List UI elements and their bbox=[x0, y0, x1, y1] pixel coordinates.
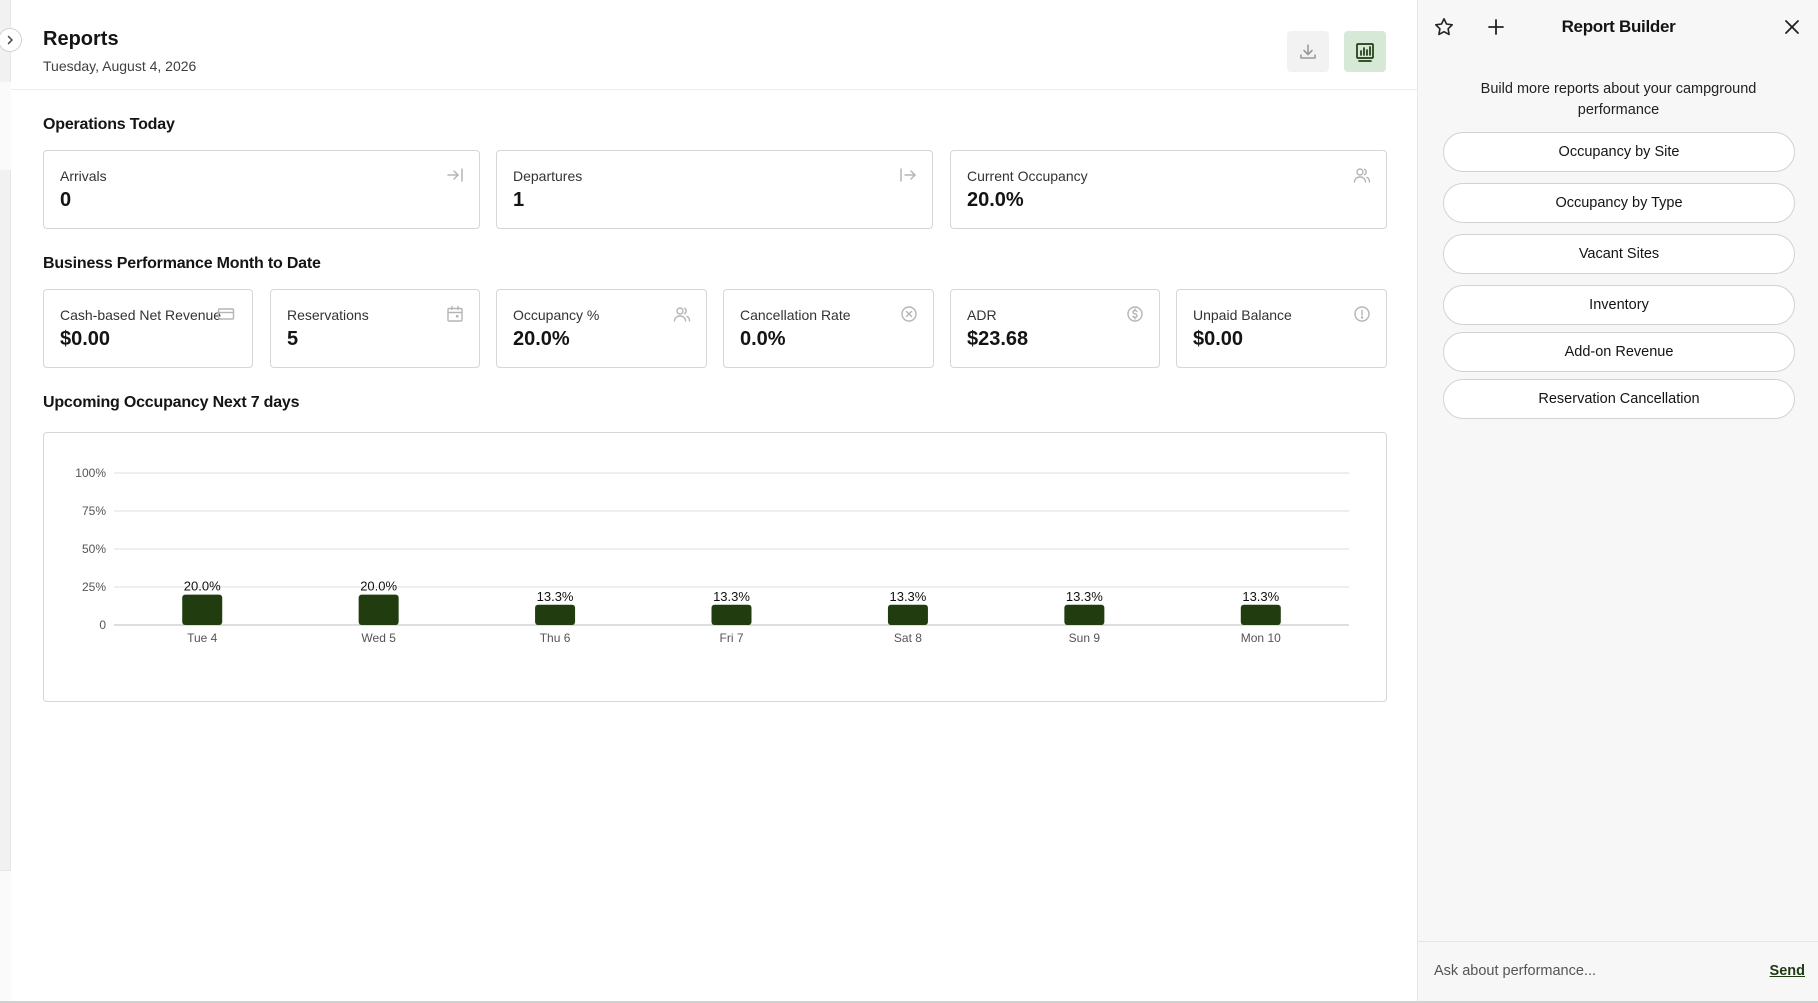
current-occupancy-card: Current Occupancy 20.0% bbox=[950, 150, 1387, 229]
departures-card: Departures 1 bbox=[496, 150, 933, 229]
y-tick-label: 75% bbox=[82, 504, 106, 518]
operations-section-title: Operations Today bbox=[43, 116, 175, 133]
card-label: Occupancy % bbox=[513, 307, 600, 323]
page-date: Tuesday, August 4, 2026 bbox=[43, 58, 197, 74]
card-label: Cancellation Rate bbox=[740, 307, 851, 323]
report-addon-revenue-button[interactable]: Add-on Revenue bbox=[1443, 332, 1795, 372]
card-label: ADR bbox=[967, 307, 997, 323]
x-tick-label: Sat 8 bbox=[894, 631, 922, 645]
card-value: $0.00 bbox=[60, 328, 111, 350]
adr-card: ADR $23.68 bbox=[950, 289, 1160, 368]
cancellation-rate-card: Cancellation Rate 0.0% bbox=[723, 289, 934, 368]
ask-performance-input[interactable] bbox=[1434, 956, 1734, 986]
card-value: 0 bbox=[60, 189, 72, 211]
chevron-right-icon bbox=[7, 35, 13, 45]
bar bbox=[358, 594, 399, 625]
bar-data-label: 13.3% bbox=[537, 589, 574, 604]
credit-card-icon bbox=[217, 308, 235, 320]
upcoming-section-title: Upcoming Occupancy Next 7 days bbox=[43, 394, 300, 411]
bar-data-label: 13.3% bbox=[1242, 589, 1279, 604]
y-tick-label: 100% bbox=[75, 466, 106, 480]
card-label: Unpaid Balance bbox=[1193, 307, 1292, 323]
calendar-icon bbox=[447, 305, 463, 322]
report-reservation-cancellation-button[interactable]: Reservation Cancellation bbox=[1443, 379, 1795, 419]
card-label: Arrivals bbox=[60, 168, 107, 184]
bar bbox=[887, 604, 928, 625]
bar bbox=[1240, 604, 1281, 625]
bar-data-label: 13.3% bbox=[713, 589, 750, 604]
card-label: Cash-based Net Revenue bbox=[60, 307, 222, 323]
panel-title: Report Builder bbox=[1561, 17, 1676, 36]
report-occupancy-by-type-button[interactable]: Occupancy by Type bbox=[1443, 183, 1795, 223]
report-inventory-button[interactable]: Inventory bbox=[1443, 285, 1795, 325]
close-panel-button[interactable] bbox=[1780, 15, 1804, 39]
download-button[interactable] bbox=[1287, 31, 1329, 72]
page-title: Reports bbox=[43, 28, 119, 50]
reservations-card: Reservations 5 bbox=[270, 289, 480, 368]
x-tick-label: Wed 5 bbox=[361, 631, 396, 645]
x-tick-label: Mon 10 bbox=[1241, 631, 1281, 645]
users-icon bbox=[1353, 168, 1371, 183]
left-nav-edge bbox=[0, 0, 11, 1001]
arrow-in-icon bbox=[447, 168, 463, 182]
net-revenue-card: Cash-based Net Revenue $0.00 bbox=[43, 289, 253, 368]
alert-circle-icon bbox=[1354, 306, 1370, 322]
download-icon bbox=[1300, 43, 1316, 59]
card-value: 5 bbox=[287, 328, 299, 350]
bar bbox=[1064, 604, 1105, 625]
card-value: 0.0% bbox=[740, 328, 786, 350]
card-value: 20.0% bbox=[967, 189, 1024, 211]
bar bbox=[535, 604, 576, 625]
nav-edge-segment bbox=[0, 870, 11, 1001]
card-label: Departures bbox=[513, 168, 583, 184]
nav-edge-segment bbox=[0, 82, 11, 170]
bar-data-label: 20.0% bbox=[360, 579, 397, 594]
page-header: Reports Tuesday, August 4, 2026 bbox=[11, 0, 1417, 90]
bar-data-label: 20.0% bbox=[184, 579, 221, 594]
close-icon bbox=[1785, 20, 1799, 34]
business-section-title: Business Performance Month to Date bbox=[43, 255, 321, 272]
card-label: Reservations bbox=[287, 307, 369, 323]
card-value: $0.00 bbox=[1193, 328, 1244, 350]
card-value: $23.68 bbox=[967, 328, 1029, 350]
bar-data-label: 13.3% bbox=[889, 589, 926, 604]
report-occupancy-by-site-button[interactable]: Occupancy by Site bbox=[1443, 132, 1795, 172]
occupancy-percent-card: Occupancy % 20.0% bbox=[496, 289, 707, 368]
bar-data-label: 13.3% bbox=[1066, 589, 1103, 604]
report-builder-toggle-button[interactable] bbox=[1344, 31, 1386, 72]
occupancy-chart: 0 25% 50% 75% 100% 20.0% Tue 4 20.0% Wed 5 13.3% T… bbox=[43, 432, 1387, 702]
bar bbox=[182, 594, 223, 625]
ask-bar: Send bbox=[1418, 941, 1818, 1001]
report-builder-panel: Report Builder Build more reports about … bbox=[1417, 0, 1818, 1001]
dollar-circle-icon bbox=[1127, 306, 1143, 322]
y-tick-label: 25% bbox=[82, 580, 106, 594]
arrow-out-icon bbox=[900, 168, 916, 182]
bar-chart-icon bbox=[1356, 42, 1374, 62]
x-tick-label: Sun 9 bbox=[1069, 631, 1101, 645]
panel-intro-text: Build more reports about your campground… bbox=[1480, 81, 1757, 118]
panel-header: Report Builder bbox=[1418, 0, 1818, 54]
send-button[interactable]: Send bbox=[1770, 963, 1805, 979]
y-tick-label: 0 bbox=[99, 618, 106, 632]
main-content: Reports Tuesday, August 4, 2026 Operatio… bbox=[11, 0, 1417, 1001]
x-circle-icon bbox=[901, 306, 917, 322]
occupancy-bar-chart: 0 25% 50% 75% 100% 20.0% Tue 4 20.0% Wed 5 13.3% T… bbox=[75, 466, 1349, 645]
y-tick-label: 50% bbox=[82, 542, 106, 556]
card-label: Current Occupancy bbox=[967, 168, 1088, 184]
bar bbox=[711, 604, 752, 625]
users-icon bbox=[673, 307, 691, 322]
x-tick-label: Fri 7 bbox=[720, 631, 744, 645]
unpaid-balance-card: Unpaid Balance $0.00 bbox=[1176, 289, 1387, 368]
report-vacant-sites-button[interactable]: Vacant Sites bbox=[1443, 234, 1795, 274]
card-value: 20.0% bbox=[513, 328, 570, 350]
arrivals-card: Arrivals 0 bbox=[43, 150, 480, 229]
card-value: 1 bbox=[513, 189, 525, 211]
x-tick-label: Thu 6 bbox=[540, 631, 571, 645]
x-tick-label: Tue 4 bbox=[187, 631, 218, 645]
